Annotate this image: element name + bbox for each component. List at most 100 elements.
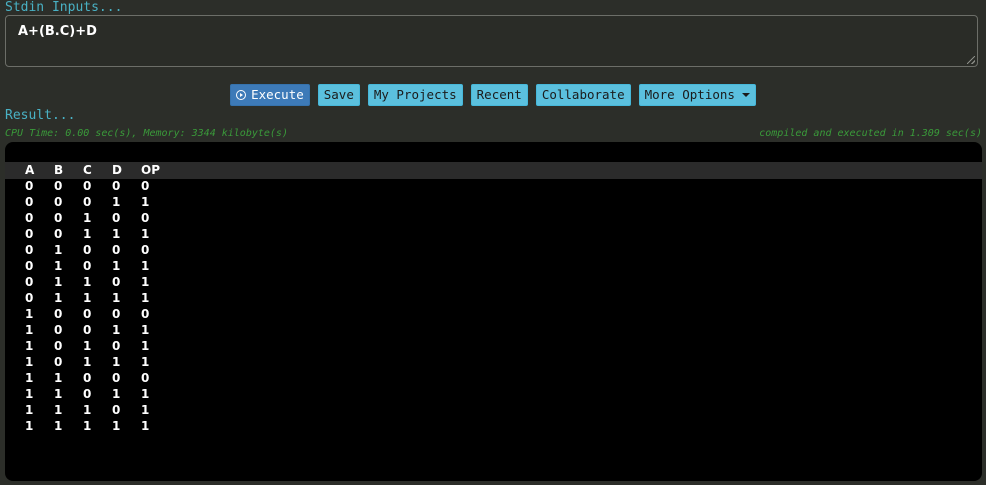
output-header-row: A B C D OP bbox=[5, 162, 982, 179]
output-cell: 1 bbox=[25, 419, 34, 433]
output-row: 0 0 0 1 1 bbox=[5, 195, 982, 211]
output-cell: 0 bbox=[83, 387, 92, 401]
more-options-label: More Options bbox=[644, 87, 735, 102]
output-cell: 0 bbox=[112, 211, 121, 225]
more-options-button[interactable]: More Options bbox=[638, 84, 756, 106]
output-cell: 1 bbox=[112, 195, 121, 209]
output-cell: 1 bbox=[54, 291, 63, 305]
output-cell: 1 bbox=[141, 387, 150, 401]
output-cell: 1 bbox=[83, 419, 92, 433]
output-cell: 1 bbox=[141, 419, 150, 433]
output-cell: 0 bbox=[141, 211, 150, 225]
output-row: 1 0 1 1 1 bbox=[5, 355, 982, 371]
output-row: 1 0 0 0 0 bbox=[5, 307, 982, 323]
output-cell: 1 bbox=[54, 403, 63, 417]
output-cell: 0 bbox=[54, 211, 63, 225]
output-header-cell: B bbox=[54, 163, 64, 177]
output-cell: 1 bbox=[141, 259, 150, 273]
resize-grip-icon[interactable] bbox=[967, 56, 975, 64]
output-row: 0 0 1 0 0 bbox=[5, 211, 982, 227]
output-row: 1 0 0 1 1 bbox=[5, 323, 982, 339]
toolbar: Execute Save My Projects Recent Collabor… bbox=[0, 84, 986, 106]
output-cell: 1 bbox=[141, 355, 150, 369]
output-cell: 1 bbox=[112, 291, 121, 305]
output-row: 1 1 1 1 1 bbox=[5, 419, 982, 435]
stdin-input[interactable]: A+(B.C)+D bbox=[5, 15, 978, 67]
output-cell: 1 bbox=[141, 403, 150, 417]
output-cell: 0 bbox=[112, 243, 121, 257]
output-cell: 0 bbox=[25, 211, 34, 225]
output-cell: 0 bbox=[141, 179, 150, 193]
output-cell: 0 bbox=[83, 259, 92, 273]
stdin-value: A+(B.C)+D bbox=[18, 24, 97, 39]
collaborate-button[interactable]: Collaborate bbox=[535, 84, 631, 106]
output-cell: 0 bbox=[54, 339, 63, 353]
output-cell: 1 bbox=[83, 275, 92, 289]
output-cell: 1 bbox=[25, 387, 34, 401]
output-cell: 0 bbox=[54, 355, 63, 369]
output-cell: 0 bbox=[54, 179, 63, 193]
output-cell: 0 bbox=[141, 371, 150, 385]
output-row: 0 1 0 0 0 bbox=[5, 243, 982, 259]
stats-line: CPU Time: 0.00 sec(s), Memory: 3344 kilo… bbox=[5, 127, 982, 141]
output-cell: 1 bbox=[83, 355, 92, 369]
result-label: Result... bbox=[5, 108, 76, 123]
output-cell: 0 bbox=[112, 339, 121, 353]
output-row: 1 1 1 0 1 bbox=[5, 403, 982, 419]
execute-button[interactable]: Execute bbox=[230, 84, 310, 106]
output-cell: 0 bbox=[54, 323, 63, 337]
output-row: 0 1 1 1 1 bbox=[5, 291, 982, 307]
output-cell: 1 bbox=[83, 211, 92, 225]
output-cell: 0 bbox=[141, 243, 150, 257]
output-cell: 0 bbox=[54, 307, 63, 321]
output-cell: 1 bbox=[141, 291, 150, 305]
output-cell: 0 bbox=[112, 371, 121, 385]
output-cell: 1 bbox=[83, 403, 92, 417]
output-header-cell: D bbox=[112, 163, 122, 177]
output-cell: 0 bbox=[112, 403, 121, 417]
my-projects-button[interactable]: My Projects bbox=[367, 84, 463, 106]
stdin-label: Stdin Inputs... bbox=[5, 0, 123, 15]
output-cell: 0 bbox=[54, 227, 63, 241]
output-cell: 1 bbox=[112, 387, 121, 401]
output-row: 0 0 1 1 1 bbox=[5, 227, 982, 243]
output-cell: 1 bbox=[25, 355, 34, 369]
output-cell: 1 bbox=[54, 275, 63, 289]
output-cell: 0 bbox=[25, 243, 34, 257]
output-cell: 1 bbox=[54, 243, 63, 257]
play-circle-icon bbox=[236, 90, 247, 100]
output-header-cell: A bbox=[25, 163, 35, 177]
output-cell: 0 bbox=[25, 275, 34, 289]
output-cell: 1 bbox=[141, 195, 150, 209]
output-cell: 1 bbox=[25, 323, 34, 337]
output-cell: 0 bbox=[83, 195, 92, 209]
output-cell: 0 bbox=[83, 243, 92, 257]
output-row: 1 1 0 0 0 bbox=[5, 371, 982, 387]
output-cell: 0 bbox=[83, 371, 92, 385]
output-cell: 1 bbox=[112, 355, 121, 369]
output-cell: 1 bbox=[83, 291, 92, 305]
output-cell: 0 bbox=[112, 179, 121, 193]
output-row: 1 0 1 0 1 bbox=[5, 339, 982, 355]
save-button[interactable]: Save bbox=[317, 84, 360, 106]
output-row: 0 0 0 0 0 bbox=[5, 179, 982, 195]
output-cell: 1 bbox=[25, 339, 34, 353]
execute-label: Execute bbox=[251, 87, 304, 102]
output-cell: 1 bbox=[54, 387, 63, 401]
output-cell: 1 bbox=[25, 307, 34, 321]
output-cell: 0 bbox=[54, 195, 63, 209]
output-cell: 1 bbox=[141, 339, 150, 353]
output-cell: 1 bbox=[54, 419, 63, 433]
output-cell: 1 bbox=[141, 227, 150, 241]
output-cell: 0 bbox=[141, 307, 150, 321]
output-cell: 1 bbox=[25, 403, 34, 417]
output-cell: 1 bbox=[112, 259, 121, 273]
output-table: A B C D OP 0 0 0 0 0 0 0 0 1 1 0 0 1 0 0 0 0 1 1 1 0 1 0 0 0 0 1 0 1 1 0 1 1 0… bbox=[5, 162, 982, 435]
output-cell: 0 bbox=[25, 259, 34, 273]
output-cell: 0 bbox=[112, 275, 121, 289]
recent-button[interactable]: Recent bbox=[470, 84, 528, 106]
output-cell: 1 bbox=[141, 275, 150, 289]
output-cell: 0 bbox=[25, 291, 34, 305]
output-cell: 0 bbox=[83, 323, 92, 337]
output-cell: 1 bbox=[83, 339, 92, 353]
